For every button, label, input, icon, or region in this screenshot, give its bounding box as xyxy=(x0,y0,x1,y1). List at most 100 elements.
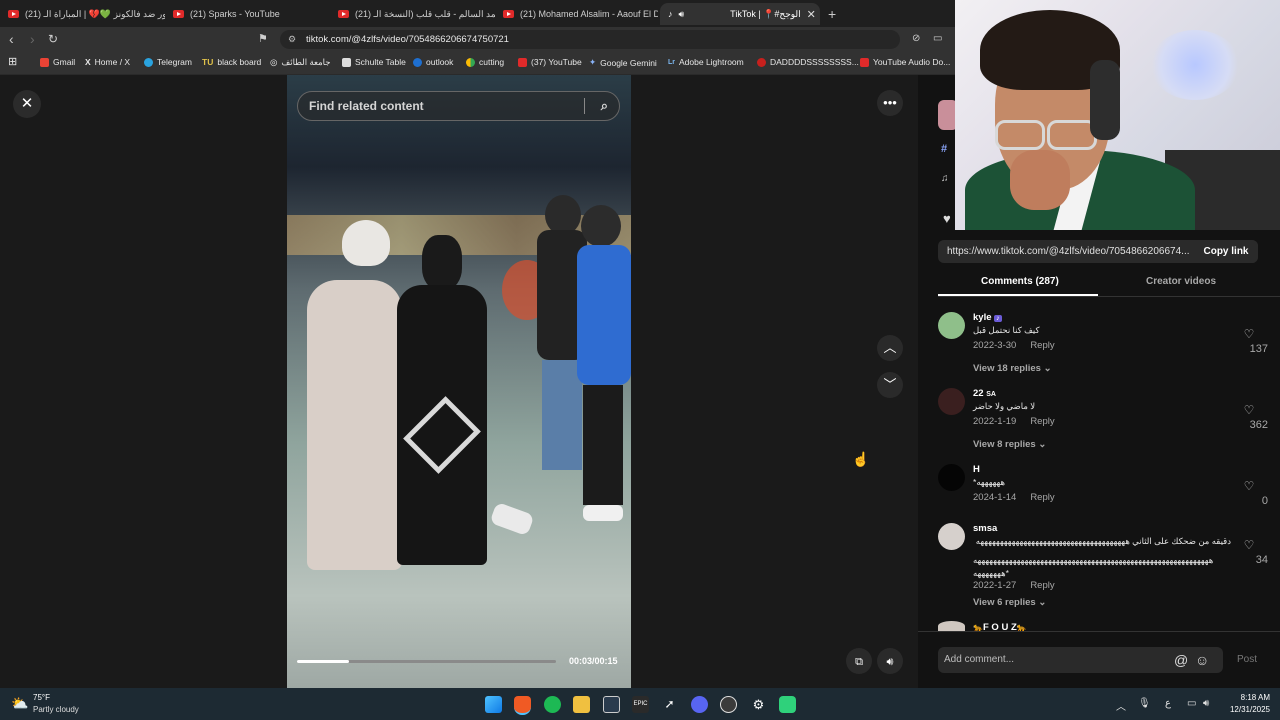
view-replies-button[interactable]: View 8 replies ⌄ xyxy=(973,439,1046,450)
previous-video-button[interactable]: ︿ xyxy=(877,335,903,361)
cast-icon[interactable]: ▭ xyxy=(933,31,942,47)
like-count: 0 xyxy=(1261,495,1268,507)
volume-tray-icon[interactable]: 🔊︎ xyxy=(1203,698,1209,709)
avatar-partial xyxy=(938,621,965,631)
apps-grid-icon[interactable]: ⊞ xyxy=(8,55,17,68)
more-options-button[interactable]: ••• xyxy=(877,90,903,116)
heart-icon[interactable]: ♡ xyxy=(1243,539,1255,551)
close-tab-icon[interactable]: ✕ xyxy=(807,8,816,21)
view-replies-button[interactable]: View 6 replies ⌄ xyxy=(973,597,1046,608)
new-tab-button[interactable]: + xyxy=(828,6,836,22)
tray-overflow-icon[interactable]: ︿ xyxy=(1116,698,1126,713)
clock-time[interactable]: 8:18 AM xyxy=(1230,693,1270,702)
avatar[interactable] xyxy=(938,523,965,550)
hashtag-partial[interactable]: # xyxy=(941,143,947,155)
bookmark-cutting[interactable]: cutting xyxy=(466,57,504,67)
reply-button[interactable]: Reply xyxy=(1030,492,1054,503)
browser-tab-3[interactable]: (21) محمد السالم - قلب قلب (النسخة الـ xyxy=(330,3,495,25)
drive-icon xyxy=(466,57,475,67)
obs-icon[interactable] xyxy=(720,696,737,713)
spotify-icon[interactable] xyxy=(544,696,561,713)
comment-username[interactable]: kyle ♪ xyxy=(973,312,1002,323)
discord-icon[interactable] xyxy=(691,696,708,713)
person-hand xyxy=(1010,150,1070,210)
mention-icon[interactable]: @ xyxy=(1174,647,1188,673)
weather-temp[interactable]: 75°F xyxy=(33,693,50,702)
miniplayer-button[interactable]: ⧉ xyxy=(846,648,872,674)
floor-item xyxy=(489,501,535,537)
like-count: 137 xyxy=(1249,343,1268,355)
more-icon: ••• xyxy=(883,95,897,110)
heart-icon[interactable]: ♡ xyxy=(1243,328,1255,340)
bookmark-youtube-audio[interactable]: YouTube Audio Do... xyxy=(860,57,950,67)
site-settings-icon[interactable]: ⚙ xyxy=(288,30,296,49)
weather-icon[interactable]: ⛅ xyxy=(11,695,28,712)
heart-icon[interactable]: ♡ xyxy=(1243,480,1255,492)
tab-comments[interactable]: Comments (287) xyxy=(981,276,1059,287)
find-related-search[interactable]: Find related content ⌕ xyxy=(297,91,620,121)
comment-username[interactable]: smsa xyxy=(973,523,997,534)
bookmark-taif-university[interactable]: ◎ جامعة الطائف xyxy=(270,57,331,68)
brave-icon[interactable] xyxy=(514,696,531,715)
view-replies-button[interactable]: View 18 replies ⌄ xyxy=(973,363,1052,374)
bookmark-gmail[interactable]: Gmail xyxy=(40,57,75,67)
bookmark-telegram[interactable]: Telegram xyxy=(144,57,192,67)
copy-link-button[interactable]: Copy link xyxy=(1194,240,1258,263)
browser-tab-2[interactable]: (21) Sparks - YouTube xyxy=(165,3,330,25)
bookmark-x[interactable]: X Home / X xyxy=(85,57,130,67)
clock-date[interactable]: 12/31/2025 xyxy=(1222,705,1270,714)
video-player[interactable] xyxy=(287,75,631,688)
close-video-button[interactable]: ✕ xyxy=(13,90,41,118)
bookmark-icon[interactable]: ⚑ xyxy=(258,31,268,47)
bookmark-outlook[interactable]: outlook xyxy=(413,57,453,67)
heart-icon[interactable]: ♡ xyxy=(1243,404,1255,416)
bookmark-blackboard[interactable]: TU black board xyxy=(202,57,261,67)
tu-icon: TU xyxy=(202,57,214,67)
like-count: 362 xyxy=(1249,419,1268,431)
browser-tab-4[interactable]: (21) Mohamed Alsalim - Aaouf El De xyxy=(495,3,658,25)
browser-tab-active[interactable]: ♪ 🔊︎ TikTok | 📍#الوجح ✕ xyxy=(660,3,820,25)
settings-icon[interactable]: ⚙ xyxy=(750,696,767,713)
whatsapp-icon[interactable] xyxy=(779,696,796,713)
reply-button[interactable]: Reply xyxy=(1030,416,1054,427)
steam-icon[interactable]: ➚ xyxy=(661,696,678,713)
page-icon xyxy=(342,57,351,67)
music-icon: ♫ xyxy=(941,173,949,184)
forward-icon[interactable]: › xyxy=(30,31,35,47)
bookmark-dadd[interactable]: DADDDDSSSSSSSS... xyxy=(757,57,859,67)
avatar[interactable] xyxy=(938,464,965,491)
network-icon[interactable]: ▭ xyxy=(1187,698,1196,709)
bookmark-youtube[interactable]: (37) YouTube xyxy=(518,57,582,67)
translate-off-icon[interactable]: ⊘ xyxy=(912,31,920,47)
bookmark-gemini[interactable]: ✦ Google Gemini xyxy=(589,57,657,68)
like-icon[interactable]: ♥ xyxy=(943,211,951,226)
comment-item: kyle ♪ كيف كنا نحتمل قبل 2022-3-30 Reply … xyxy=(938,312,1268,382)
start-icon[interactable] xyxy=(485,696,502,713)
add-comment-input[interactable]: Add comment... @ ☺ xyxy=(938,647,1223,673)
tab-label: (21) محمد السالم - قلب قلب (النسخة الـ xyxy=(355,8,495,19)
volume-button[interactable]: 🔊︎ xyxy=(877,648,903,674)
avatar[interactable] xyxy=(938,312,965,339)
back-icon[interactable]: ‹ xyxy=(9,31,14,47)
bookmark-lightroom[interactable]: Lr Adobe Lightroom xyxy=(668,57,744,67)
weather-desc[interactable]: Partly cloudy xyxy=(33,705,79,714)
emoji-picker-icon[interactable]: ☺ xyxy=(1195,647,1209,673)
file-explorer-icon[interactable] xyxy=(573,696,590,713)
reload-icon[interactable]: ↻ xyxy=(48,31,58,47)
url-bar[interactable]: ⚙ tiktok.com/@4zlfs/video/70548662066747… xyxy=(280,30,900,49)
reply-button[interactable]: Reply xyxy=(1030,580,1054,591)
avatar[interactable] xyxy=(938,388,965,415)
bookmark-schulte[interactable]: Schulte Table xyxy=(342,57,406,67)
comment-username[interactable]: H xyxy=(973,464,980,475)
browser-tab-1[interactable]: (21) باور ضد فالكونز 💚💔 | المباراة الـ xyxy=(0,3,165,25)
post-button[interactable]: Post xyxy=(1237,654,1257,665)
comment-username[interactable]: 22 SA xyxy=(973,388,996,399)
input-language[interactable]: ع xyxy=(1165,698,1171,709)
next-video-button[interactable]: ﹀ xyxy=(877,372,903,398)
tab-creator-videos[interactable]: Creator videos xyxy=(1146,276,1216,287)
microphone-icon[interactable]: 🎙︎ xyxy=(1138,698,1151,709)
app-icon[interactable] xyxy=(603,696,620,713)
reply-button[interactable]: Reply xyxy=(1030,340,1054,351)
search-icon[interactable]: ⌕ xyxy=(601,92,608,120)
epic-games-icon[interactable]: EPIC xyxy=(632,696,649,713)
